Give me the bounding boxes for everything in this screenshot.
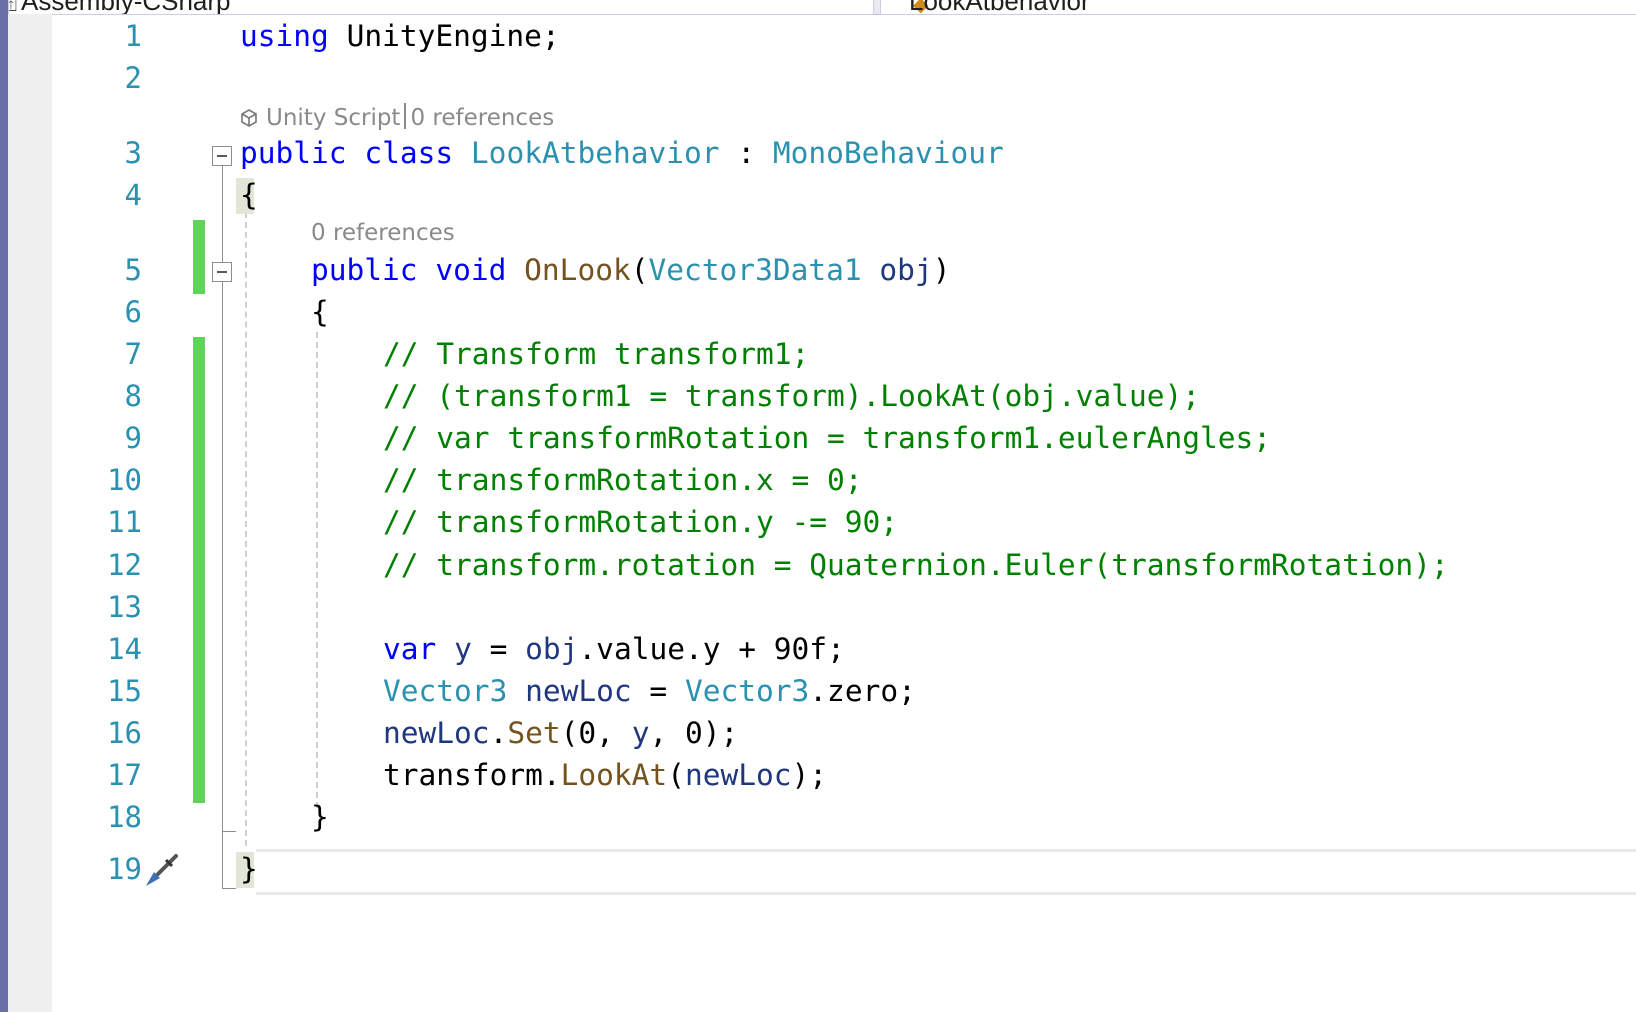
code-line[interactable]: Vector3 newLoc = Vector3.zero; [383, 674, 916, 708]
structure-guide [316, 332, 318, 808]
code-line[interactable]: public class LookAtbehavior : MonoBehavi… [240, 136, 1004, 170]
code-line[interactable]: transform.LookAt(newLoc); [383, 758, 827, 792]
line-number: 6 [124, 295, 142, 329]
line-number: 19 [107, 852, 142, 886]
property-name: transform [383, 758, 543, 792]
codelens-method[interactable]: 0 references [311, 220, 455, 246]
project-dropdown-label: Assembly-CSharp [21, 0, 231, 15]
change-indicator [193, 337, 205, 803]
line-number: 16 [107, 716, 142, 750]
keyword: using [240, 19, 329, 53]
local-name: y [454, 632, 472, 666]
line-number: 18 [107, 800, 142, 834]
code-comment-line[interactable]: // Transform transform1; [383, 337, 809, 371]
screwdriver-icon[interactable] [142, 850, 182, 890]
codelens-class[interactable]: Unity Script 0 references [240, 103, 554, 131]
keyword: class [364, 136, 454, 170]
structure-guide [245, 212, 247, 846]
namespace-text: UnityEngine; [328, 19, 560, 53]
glyph-margin[interactable] [8, 14, 52, 1012]
tool-window-strip [0, 0, 8, 1012]
local-name: y [631, 716, 650, 750]
line-number: 2 [124, 61, 142, 95]
code-comment-line[interactable]: // transform.rotation = Quaternion.Euler… [383, 548, 1449, 582]
codelens-references[interactable]: 0 references [410, 105, 554, 131]
code-line[interactable]: using UnityEngine; [240, 19, 560, 53]
keyword: void [435, 253, 507, 287]
outline-line-method [222, 282, 223, 831]
code-text: .value.y + 90f; [578, 632, 845, 666]
project-dropdown[interactable]: ⍐ Assembly-CSharp [8, 0, 874, 15]
line-number: 7 [124, 337, 142, 371]
navigation-bar: ⍐ Assembly-CSharp ◆ LookAtbehavior [0, 0, 1636, 15]
punctuation: . [542, 758, 561, 792]
current-line-highlight [256, 849, 1636, 895]
local-name: newLoc [525, 674, 632, 708]
code-line[interactable]: } [240, 852, 258, 886]
line-number: 17 [107, 758, 142, 792]
codelens-separator [404, 103, 407, 129]
punctuation: ( [667, 758, 685, 792]
collapse-class-button[interactable] [212, 146, 232, 166]
line-number: 14 [107, 632, 142, 666]
codelens-unity-script[interactable]: Unity Script [266, 105, 400, 131]
code-comment-line[interactable]: // transformRotation.y -= 90; [383, 505, 898, 539]
code-comment-line[interactable]: // (transform1 = transform).LookAt(obj.v… [383, 379, 1200, 413]
punctuation: ); [791, 758, 828, 792]
outline-end-class [222, 888, 236, 889]
code-line[interactable]: newLoc.Set(0, y, 0); [383, 716, 738, 750]
code-comment-line[interactable]: // transformRotation.x = 0; [383, 463, 863, 497]
parameter-name: obj [879, 253, 933, 287]
code-text: .zero; [809, 674, 916, 708]
class-name: LookAtbehavior [470, 136, 720, 170]
project-icon: ⍐ [9, 0, 17, 14]
code-comment-line[interactable]: // var transformRotation = transform1.eu… [383, 421, 1271, 455]
code-line[interactable]: public void OnLook(Vector3Data1 obj) [311, 253, 950, 287]
line-number: 4 [124, 178, 142, 212]
code-line[interactable]: var y = obj.value.y + 90f; [383, 632, 845, 666]
keyword: public [311, 253, 418, 287]
code-text: , 0); [649, 716, 739, 750]
line-number: 13 [107, 590, 142, 624]
operator: = [471, 632, 526, 666]
unity-cube-icon [241, 109, 257, 127]
line-number: 12 [107, 548, 142, 582]
punctuation: ) [932, 253, 951, 287]
line-number: 3 [124, 136, 142, 170]
local-name: newLoc [383, 716, 490, 750]
line-number: 1 [124, 19, 142, 53]
punctuation: . [489, 716, 508, 750]
base-class-name: MonoBehaviour [772, 136, 1004, 170]
collapse-method-button[interactable] [212, 262, 232, 282]
local-name: newLoc [684, 758, 792, 792]
keyword: public [240, 136, 347, 170]
parameter-name: obj [525, 632, 579, 666]
line-number: 5 [124, 253, 142, 287]
member-dropdown-label: LookAtbehavior [909, 0, 1090, 15]
method-name: OnLook [524, 253, 631, 287]
code-text: (0, [560, 716, 632, 750]
line-number: 8 [124, 379, 142, 413]
code-line[interactable]: } [311, 800, 329, 834]
line-number: 9 [124, 421, 142, 455]
outline-end-method [222, 831, 236, 832]
type-name: Vector3 [684, 674, 810, 708]
line-number: 10 [107, 463, 142, 497]
code-line[interactable]: { [240, 178, 258, 212]
member-dropdown[interactable]: ◆ LookAtbehavior [880, 0, 1636, 15]
punctuation: ( [630, 253, 649, 287]
line-number: 11 [107, 505, 142, 539]
line-number: 15 [107, 674, 142, 708]
method-name: Set [507, 716, 561, 750]
type-name: Vector3 [383, 674, 508, 708]
type-name: Vector3Data1 [648, 253, 862, 287]
keyword: var [383, 632, 437, 666]
method-name: LookAt [560, 758, 668, 792]
change-indicator [193, 220, 205, 294]
code-line[interactable]: { [311, 295, 329, 329]
punctuation: : [719, 136, 773, 170]
operator: = [631, 674, 685, 708]
codelens-references[interactable]: 0 references [311, 220, 455, 246]
